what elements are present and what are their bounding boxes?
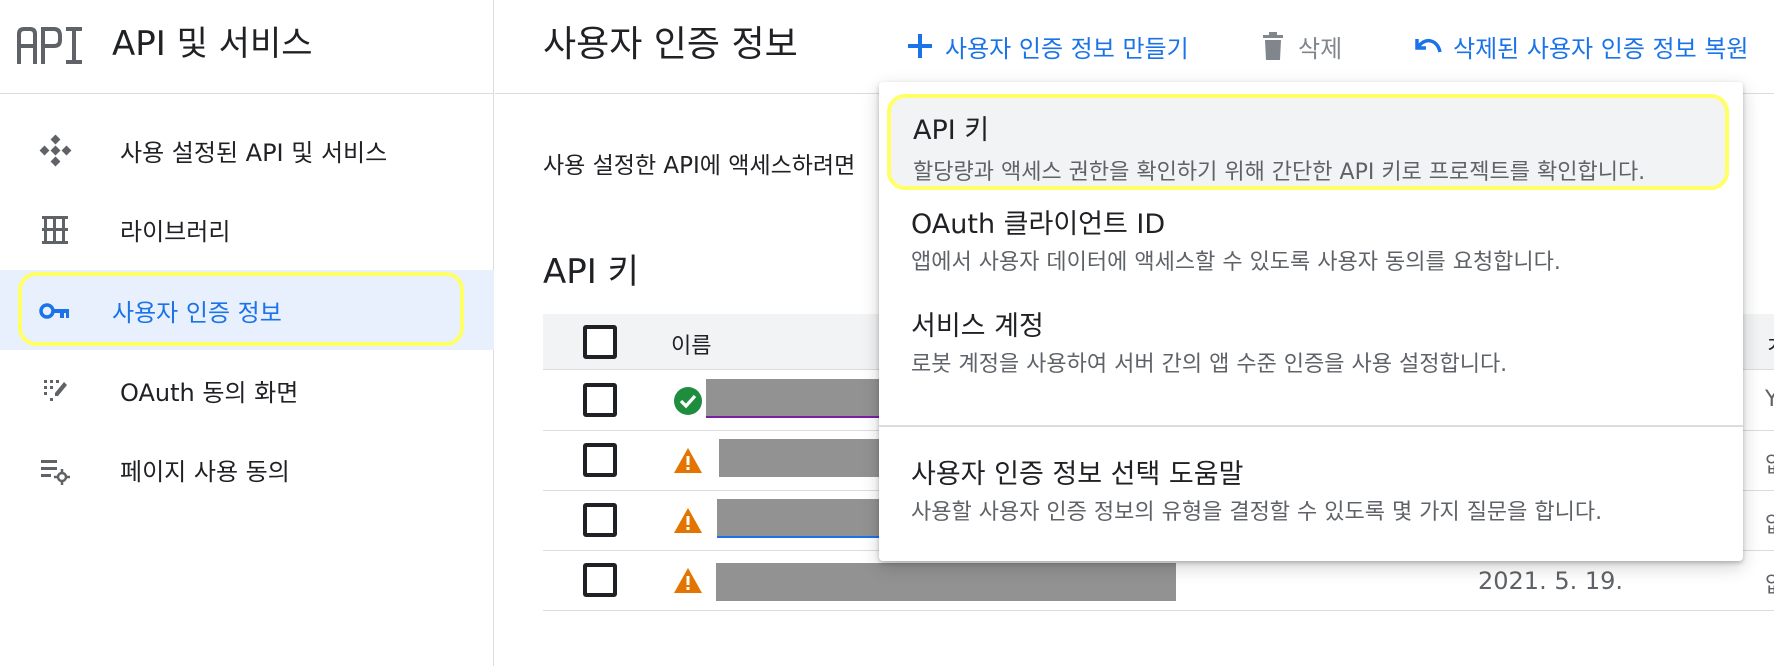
sidebar-item-page-usage[interactable]: 페이지 사용 동의 — [0, 429, 494, 509]
menu-item-title: 사용자 인증 정보 선택 도움말 — [911, 459, 1244, 490]
page-title: 사용자 인증 정보 — [543, 24, 798, 65]
plus-icon — [908, 34, 932, 58]
sidebar-item-enabled-apis[interactable]: 사용 설정된 API 및 서비스 — [0, 110, 494, 190]
row-checkbox[interactable] — [583, 443, 617, 477]
warning-icon — [674, 568, 702, 593]
menu-item-title: OAuth 클라이언트 ID — [911, 209, 1166, 240]
key-link-underline[interactable] — [717, 536, 896, 538]
menu-item-oauth-client-id[interactable]: OAuth 클라이언트 ID 앱에서 사용자 데이터에 액세스할 수 있도록 사… — [879, 202, 1743, 298]
oauth-consent-icon — [44, 380, 67, 401]
row-checkbox[interactable] — [583, 503, 617, 537]
delete-label: 삭제 — [1298, 34, 1343, 63]
key-icon — [39, 303, 69, 319]
sidebar-item-label: 페이지 사용 동의 — [120, 457, 290, 486]
sidebar-header: API 및 서비스 — [0, 0, 494, 94]
truncated-cell: 없 — [1765, 447, 1774, 479]
undo-icon — [1415, 38, 1442, 53]
truncated-cell: 없 — [1765, 507, 1774, 539]
restore-label: 삭제된 사용자 인증 정보 복원 — [1453, 34, 1749, 63]
warning-icon — [674, 508, 702, 533]
delete-button[interactable]: 삭제 — [1258, 26, 1342, 66]
sidebar-item-credentials[interactable]: 사용자 인증 정보 — [0, 270, 494, 350]
sidebar-item-label: 라이브러리 — [120, 217, 231, 246]
create-credentials-label: 사용자 인증 정보 만들기 — [945, 34, 1189, 63]
menu-item-title: 서비스 계정 — [911, 311, 1044, 342]
select-all-checkbox[interactable] — [583, 325, 617, 359]
truncated-cell: Y — [1765, 387, 1774, 412]
sidebar-item-oauth-consent[interactable]: OAuth 동의 화면 — [0, 350, 494, 430]
row-checkbox[interactable] — [583, 563, 617, 597]
menu-item-title: API 키 — [913, 115, 990, 146]
redacted-key-name — [716, 563, 1176, 601]
column-header-truncated: ㅈ — [1765, 328, 1774, 360]
menu-item-description: 사용할 사용자 인증 정보의 유형을 결정할 수 있도록 몇 가지 질문을 합니… — [911, 500, 1603, 525]
library-icon — [42, 216, 68, 244]
check-circle-icon — [674, 387, 702, 415]
main-header: 사용자 인증 정보 사용자 인증 정보 만들기 삭제 삭제된 사용자 인증 정보… — [495, 0, 1774, 94]
row-checkbox[interactable] — [583, 383, 617, 417]
menu-item-description: 로봇 계정을 사용하여 서버 간의 앱 수준 인증을 사용 설정합니다. — [911, 352, 1508, 377]
key-link-underline[interactable] — [706, 416, 896, 418]
credentials-description: 사용 설정한 API에 액세스하려면 — [543, 153, 856, 179]
create-credentials-button[interactable]: 사용자 인증 정보 만들기 — [905, 26, 1189, 66]
api-logo-icon — [17, 27, 82, 64]
redacted-key-name — [717, 499, 896, 537]
page-usage-settings-icon — [41, 460, 70, 485]
menu-item-service-account[interactable]: 서비스 계정 로봇 계정을 사용하여 서버 간의 앱 수준 인증을 사용 설정합… — [879, 304, 1743, 400]
sidebar-item-label: 사용자 인증 정보 — [112, 298, 282, 327]
redacted-key-name — [719, 439, 894, 477]
column-header-name: 이름 — [671, 334, 712, 359]
menu-divider — [879, 425, 1743, 427]
api-services-icon — [39, 134, 72, 167]
menu-item-credentials-help[interactable]: 사용자 인증 정보 선택 도움말 사용할 사용자 인증 정보의 유형을 결정할 … — [879, 452, 1743, 548]
app-title: API 및 서비스 — [112, 24, 313, 64]
creation-date: 2021. 5. 19. — [1478, 567, 1624, 595]
menu-item-description: 앱에서 사용자 데이터에 액세스할 수 있도록 사용자 동의를 요청합니다. — [911, 250, 1561, 275]
sidebar: API 및 서비스 사용 설정된 API 및 서비스 라이브러리 사용자 인증 … — [0, 0, 494, 666]
warning-icon — [674, 448, 702, 473]
restore-deleted-credentials-button[interactable]: 삭제된 사용자 인증 정보 복원 — [1413, 26, 1748, 66]
sidebar-item-library[interactable]: 라이브러리 — [0, 189, 494, 269]
menu-item-description: 할당량과 액세스 권한을 확인하기 위해 간단한 API 키로 프로젝트를 확인… — [913, 160, 1646, 185]
trash-icon — [1263, 32, 1283, 60]
sidebar-item-label: OAuth 동의 화면 — [120, 378, 299, 407]
redacted-key-name — [706, 379, 896, 417]
truncated-cell: 없 — [1765, 567, 1774, 599]
create-credentials-menu: API 키 할당량과 액세스 권한을 확인하기 위해 간단한 API 키로 프로… — [879, 82, 1743, 561]
api-keys-section-title: API 키 — [543, 252, 639, 292]
menu-item-api-key[interactable]: API 키 할당량과 액세스 권한을 확인하기 위해 간단한 API 키로 프로… — [887, 94, 1729, 190]
sidebar-item-label: 사용 설정된 API 및 서비스 — [120, 138, 388, 167]
